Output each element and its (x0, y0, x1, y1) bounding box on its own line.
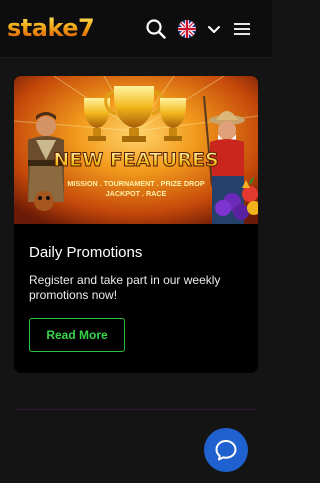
search-icon[interactable] (144, 17, 168, 41)
promo-banner-image[interactable]: NEW FEATURES MISSION . TOURNAMENT . PRIZ… (14, 76, 258, 224)
promo-description: Register and take part in our weekly pro… (29, 273, 221, 302)
section-divider (14, 409, 258, 410)
banner-headline: NEW FEATURES (53, 149, 218, 171)
chat-widget-button[interactable] (204, 428, 248, 472)
promo-title: Daily Promotions (29, 244, 143, 261)
top-header: stake7 (0, 0, 272, 58)
chevron-down-icon[interactable] (202, 17, 226, 41)
hamburger-menu-icon[interactable] (230, 17, 254, 41)
read-more-button[interactable]: Read More (29, 318, 125, 352)
banner-line1: MISSION . TOURNAMENT . PRIZE DROP (67, 179, 204, 188)
banner-line2: JACKPOT . RACE (106, 189, 167, 198)
stake7-logo[interactable]: stake7 (7, 13, 95, 43)
promotion-card: NEW FEATURES MISSION . TOURNAMENT . PRIZ… (14, 76, 258, 373)
uk-flag-icon[interactable] (178, 20, 196, 38)
chat-bubble-icon (215, 440, 237, 461)
